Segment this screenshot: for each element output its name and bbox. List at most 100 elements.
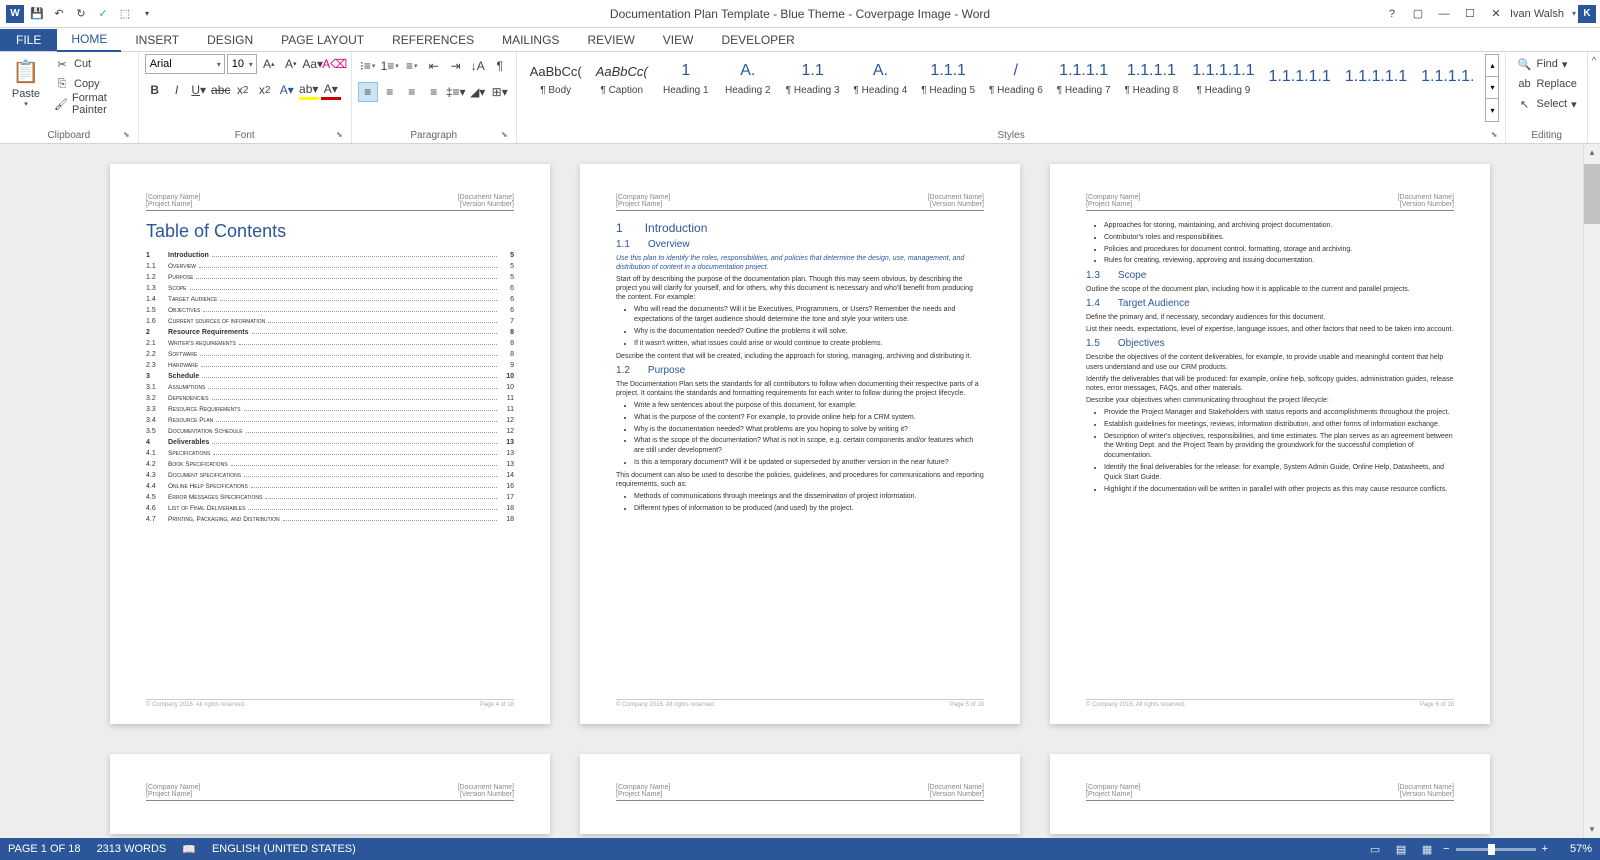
- zoom-slider[interactable]: [1456, 848, 1536, 851]
- toc-entry[interactable]: 4.7Printing, Packaging, and Distribution…: [146, 514, 514, 523]
- page-indicator[interactable]: PAGE 1 OF 18: [8, 843, 81, 855]
- toc-entry[interactable]: 4Deliverables13: [146, 437, 514, 446]
- shading-icon[interactable]: ◢▾: [468, 82, 488, 102]
- print-layout-icon[interactable]: ▤: [1391, 841, 1411, 857]
- style-item[interactable]: 1.1.1.1.1¶ Heading 9: [1185, 54, 1261, 99]
- gallery-down-icon[interactable]: ▾: [1486, 77, 1498, 99]
- increase-indent-icon[interactable]: ⇥: [446, 56, 466, 76]
- style-item[interactable]: 1.1.1.1¶ Heading 8: [1118, 54, 1186, 99]
- font-size-select[interactable]: 10: [227, 54, 257, 74]
- toc-entry[interactable]: 4.3Document specifications14: [146, 470, 514, 479]
- toc-entry[interactable]: 4.6List of Final Deliverables18: [146, 503, 514, 512]
- grow-font-icon[interactable]: A▴: [259, 54, 279, 74]
- gallery-more-icon[interactable]: ▾: [1486, 99, 1498, 121]
- toc-entry[interactable]: 4.1Specifications13: [146, 448, 514, 457]
- line-spacing-icon[interactable]: ‡≡▾: [446, 82, 466, 102]
- tab-references[interactable]: REFERENCES: [378, 29, 488, 51]
- style-item[interactable]: A.¶ Heading 4: [847, 54, 915, 99]
- scroll-thumb[interactable]: [1584, 164, 1600, 224]
- superscript-icon[interactable]: x2: [255, 80, 275, 100]
- align-left-icon[interactable]: ≡: [358, 82, 378, 102]
- select-button[interactable]: ↖Select ▾: [1512, 94, 1580, 114]
- dialog-launcher-icon[interactable]: ⬊: [336, 130, 343, 139]
- scroll-up-icon[interactable]: ▴: [1584, 144, 1600, 161]
- style-item[interactable]: 1Heading 1: [655, 54, 717, 99]
- align-center-icon[interactable]: ≡: [380, 82, 400, 102]
- style-item[interactable]: /¶ Heading 6: [982, 54, 1050, 99]
- style-item[interactable]: 1.1.1.1.1: [1338, 60, 1414, 94]
- redo-icon[interactable]: ↻: [72, 5, 90, 23]
- subscript-icon[interactable]: x2: [233, 80, 253, 100]
- spellcheck-icon[interactable]: ✓: [94, 5, 112, 23]
- tab-insert[interactable]: INSERT: [121, 29, 193, 51]
- user-name[interactable]: Ivan Walsh: [1510, 8, 1564, 20]
- tab-review[interactable]: REVIEW: [573, 29, 648, 51]
- zoom-level[interactable]: 57%: [1554, 843, 1592, 855]
- style-item[interactable]: 1.1¶ Heading 3: [779, 54, 847, 99]
- change-case-icon[interactable]: Aa▾: [303, 54, 323, 74]
- tab-view[interactable]: VIEW: [649, 29, 708, 51]
- dialog-launcher-icon[interactable]: ⬊: [501, 130, 508, 139]
- toc-entry[interactable]: 4.4Online Help Specifications16: [146, 481, 514, 490]
- collapse-ribbon-icon[interactable]: ^: [1592, 56, 1597, 67]
- sort-icon[interactable]: ↓A: [468, 56, 488, 76]
- multilevel-icon[interactable]: ≡▾: [402, 56, 422, 76]
- tab-mailings[interactable]: MAILINGS: [488, 29, 573, 51]
- cut-button[interactable]: ✂Cut: [50, 54, 132, 74]
- borders-icon[interactable]: ⊞▾: [490, 82, 510, 102]
- format-painter-button[interactable]: 🖌Format Painter: [50, 94, 132, 114]
- toc-entry[interactable]: 1.4Target Audience6: [146, 294, 514, 303]
- clear-format-icon[interactable]: A⌫: [325, 54, 345, 74]
- zoom-out-icon[interactable]: −: [1443, 843, 1449, 855]
- web-layout-icon[interactable]: ▦: [1417, 841, 1437, 857]
- undo-icon[interactable]: ↶: [50, 5, 68, 23]
- paste-button[interactable]: 📋 Paste ▾: [6, 54, 46, 110]
- font-color-icon[interactable]: A▾: [321, 80, 341, 100]
- close-icon[interactable]: ✕: [1484, 4, 1508, 24]
- toc-entry[interactable]: 3.5Documentation Schedule12: [146, 426, 514, 435]
- style-item[interactable]: 1.1.1¶ Heading 5: [914, 54, 982, 99]
- tab-home[interactable]: HOME: [57, 28, 121, 52]
- toc-entry[interactable]: 2.2Software8: [146, 349, 514, 358]
- style-item[interactable]: 1.1.1.1¶ Heading 7: [1050, 54, 1118, 99]
- toc-entry[interactable]: 1.6Current sources of information7: [146, 316, 514, 325]
- toc-entry[interactable]: 3.2Dependencies11: [146, 393, 514, 402]
- toc-entry[interactable]: 2.3Hardware9: [146, 360, 514, 369]
- help-icon[interactable]: ?: [1380, 4, 1404, 24]
- bullets-icon[interactable]: ⁝≡▾: [358, 56, 378, 76]
- justify-icon[interactable]: ≡: [424, 82, 444, 102]
- qat-more-icon[interactable]: ▾: [138, 5, 156, 23]
- toc-entry[interactable]: 1.1Overview5: [146, 261, 514, 270]
- read-mode-icon[interactable]: ▭: [1365, 841, 1385, 857]
- toc-entry[interactable]: 3.4Resource Plan12: [146, 415, 514, 424]
- find-button[interactable]: 🔍Find ▾: [1512, 54, 1580, 74]
- toc-entry[interactable]: 3.3Resource Requirements11: [146, 404, 514, 413]
- touch-mode-icon[interactable]: ⬚: [116, 5, 134, 23]
- toc-entry[interactable]: 4.5Error Messages Specifications17: [146, 492, 514, 501]
- style-item[interactable]: AaBbCc(¶ Body: [523, 54, 589, 99]
- replace-button[interactable]: abReplace: [1512, 74, 1580, 94]
- tab-file[interactable]: FILE: [0, 29, 57, 51]
- bold-icon[interactable]: B: [145, 80, 165, 100]
- minimize-icon[interactable]: —: [1432, 4, 1456, 24]
- tab-page-layout[interactable]: PAGE LAYOUT: [267, 29, 378, 51]
- zoom-in-icon[interactable]: +: [1542, 843, 1548, 855]
- save-icon[interactable]: 💾: [28, 5, 46, 23]
- align-right-icon[interactable]: ≡: [402, 82, 422, 102]
- toc-entry[interactable]: 1.5Objectives6: [146, 305, 514, 314]
- numbering-icon[interactable]: 1≡▾: [380, 56, 400, 76]
- user-avatar[interactable]: K: [1578, 5, 1596, 23]
- scroll-down-icon[interactable]: ▾: [1584, 821, 1600, 838]
- vertical-scrollbar[interactable]: ▴ ▾: [1583, 144, 1600, 838]
- dialog-launcher-icon[interactable]: ⬊: [123, 130, 130, 139]
- tab-design[interactable]: DESIGN: [193, 29, 267, 51]
- styles-gallery[interactable]: AaBbCc(¶ BodyAaBbCc(¶ Caption1Heading 1A…: [523, 54, 1482, 99]
- toc-entry[interactable]: 4.2Book Specifications13: [146, 459, 514, 468]
- copy-button[interactable]: ⎘Copy: [50, 74, 132, 94]
- italic-icon[interactable]: I: [167, 80, 187, 100]
- word-count[interactable]: 2313 WORDS: [97, 843, 167, 855]
- style-item[interactable]: A.Heading 2: [717, 54, 779, 99]
- style-item[interactable]: 1.1.1.1.1: [1262, 60, 1338, 94]
- toc-entry[interactable]: 3.1Assumptions10: [146, 382, 514, 391]
- toc-entry[interactable]: 1Introduction5: [146, 250, 514, 259]
